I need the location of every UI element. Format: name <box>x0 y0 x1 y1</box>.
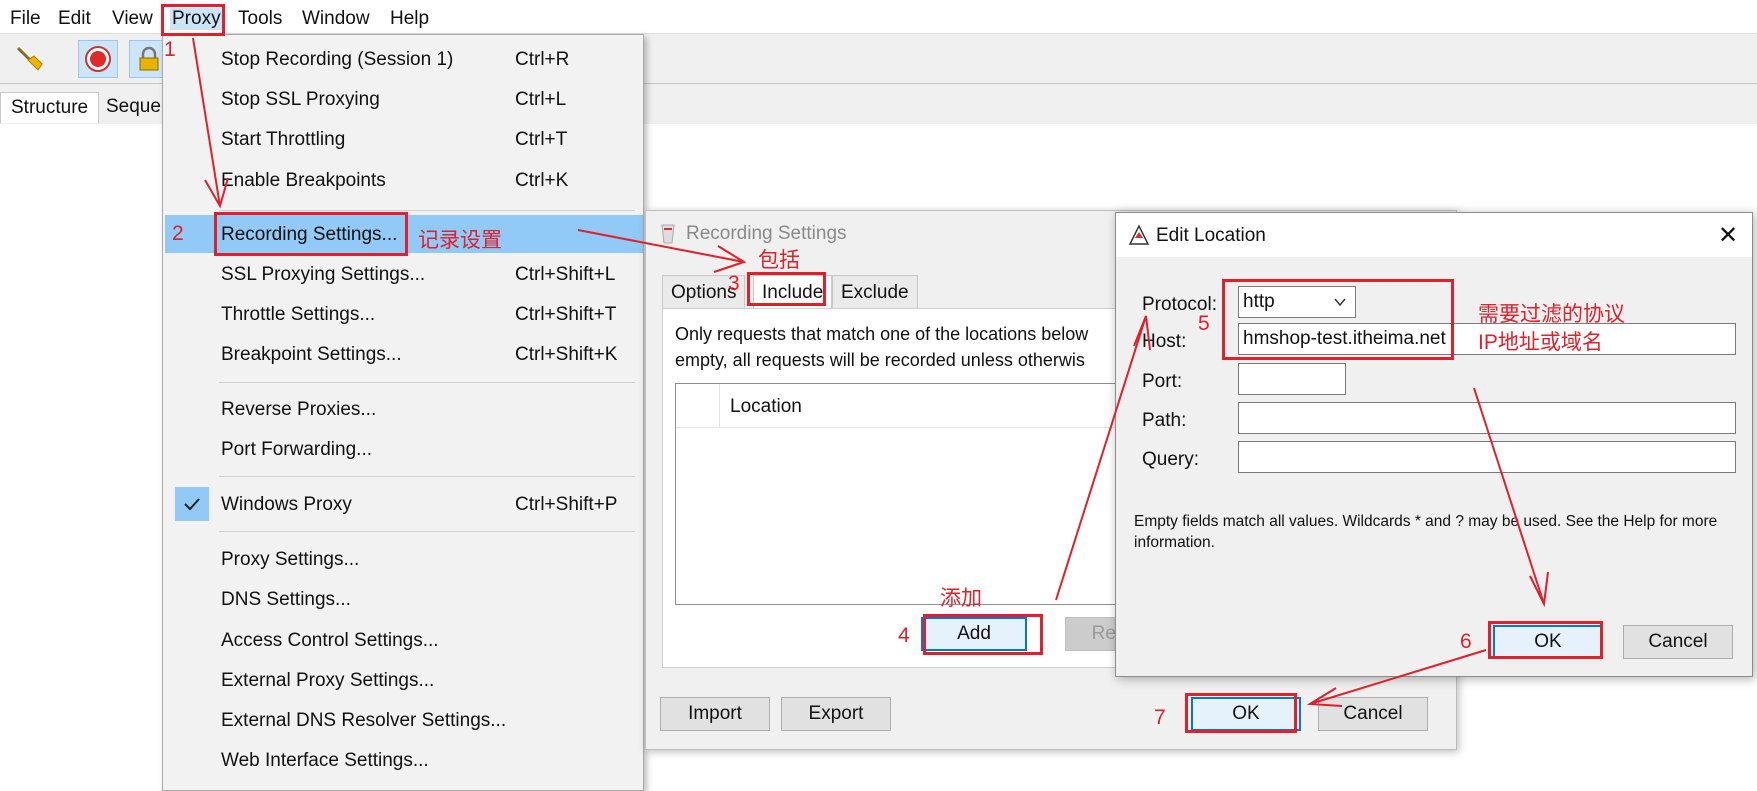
arrow-step-4-to-5 <box>1055 315 1151 601</box>
arrow-step-5-to-6 <box>1473 387 1549 608</box>
arrow-step-6-to-7 <box>1306 649 1487 707</box>
annotation-arrows <box>192 37 1549 707</box>
arrow-step-2-to-3 <box>577 229 747 273</box>
arrow-step-1-to-2 <box>192 37 229 209</box>
